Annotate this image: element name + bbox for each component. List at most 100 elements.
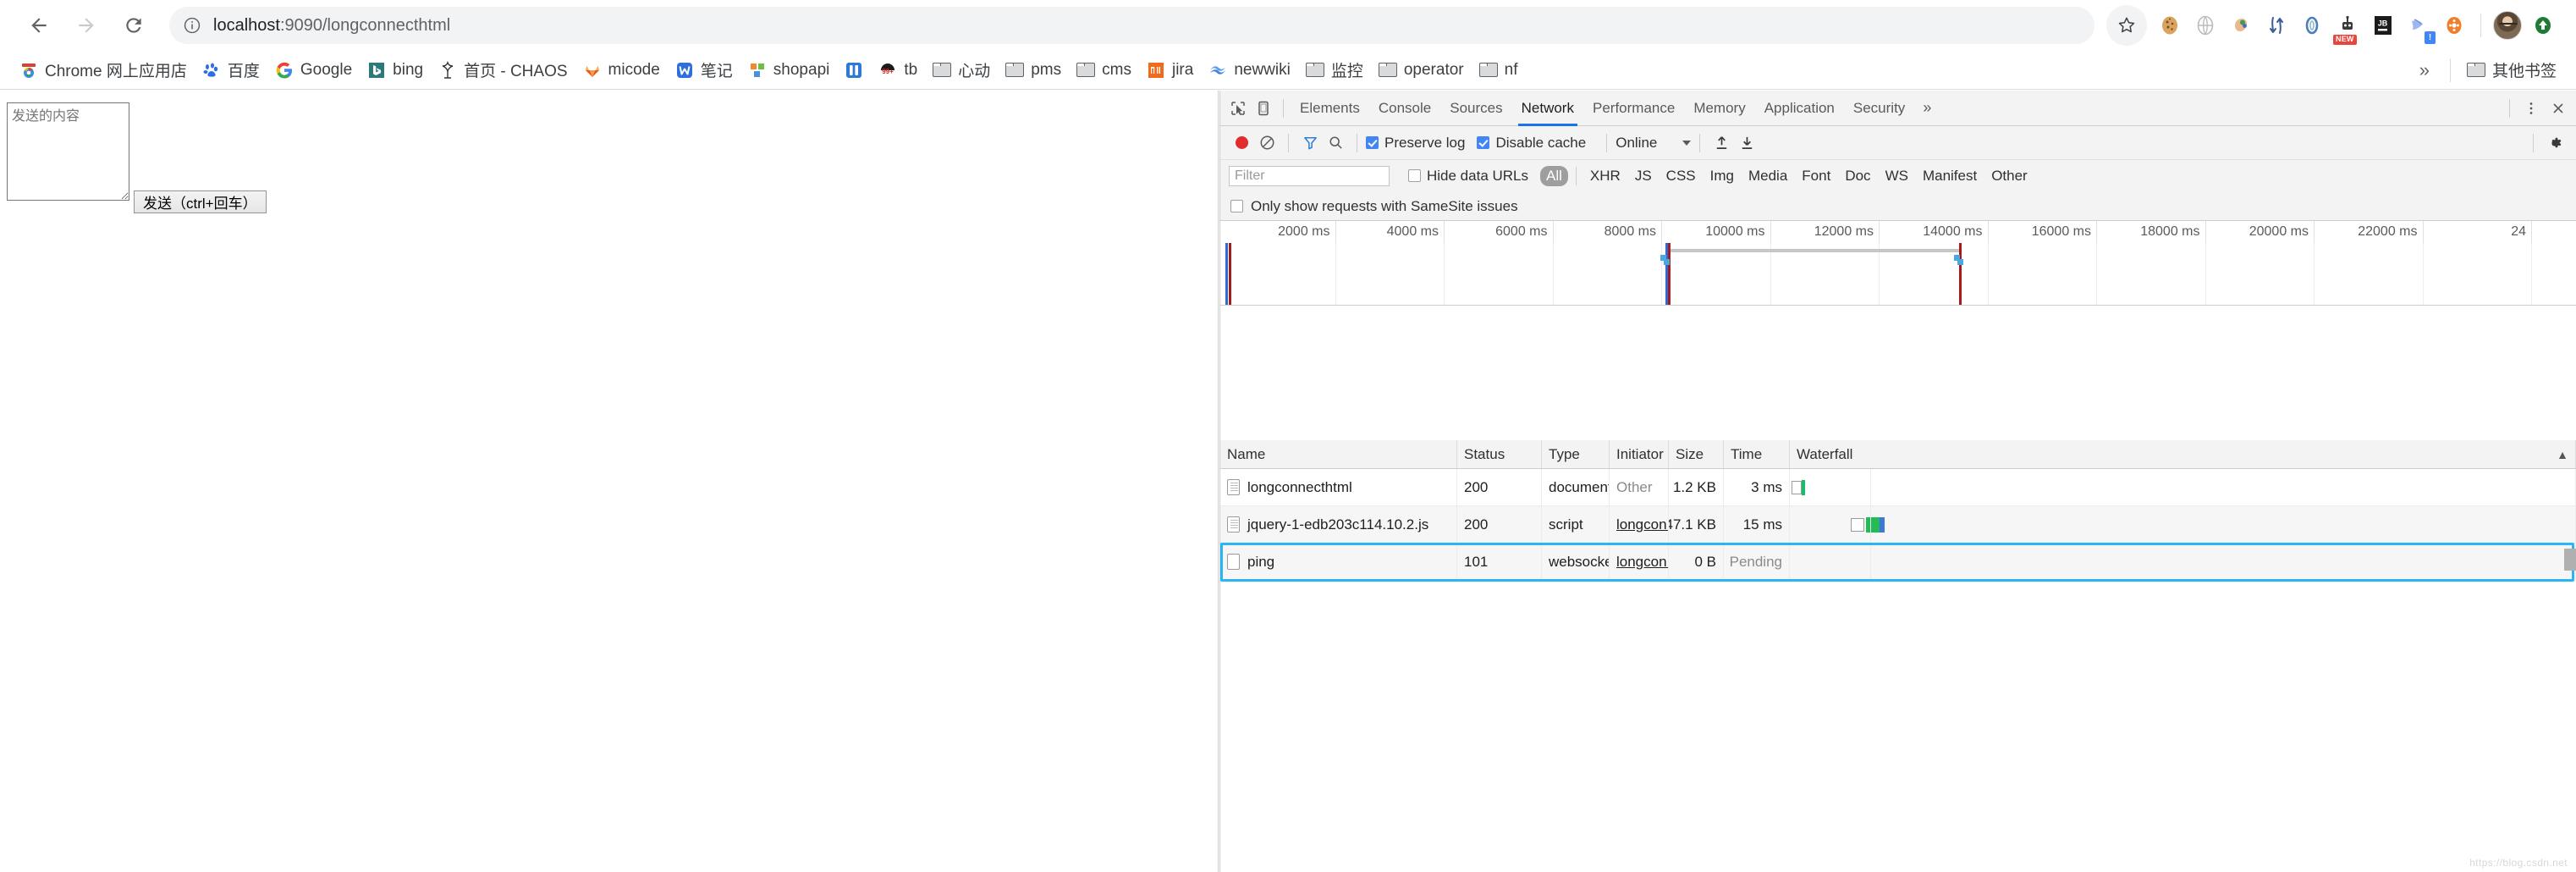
bookmark-item[interactable]: bing — [360, 57, 431, 84]
bookmark-item[interactable]: 心动 — [925, 54, 998, 86]
bookmark-item[interactable]: operator — [1371, 57, 1472, 84]
column-header-size[interactable]: Size — [1669, 440, 1724, 468]
import-har-icon[interactable] — [1709, 130, 1734, 156]
bookmark-item[interactable]: shopapi — [740, 57, 838, 84]
robot-extension-icon[interactable]: NEW — [2330, 8, 2365, 45]
tab-sources[interactable]: Sources — [1440, 91, 1511, 126]
bird-extension-icon[interactable]: ! — [2401, 8, 2436, 44]
bookmark-item[interactable]: micode — [575, 57, 668, 84]
cell-name[interactable]: ping — [1220, 544, 1457, 580]
tab-performance[interactable]: Performance — [1583, 91, 1684, 126]
cell-initiator[interactable]: longcon… — [1610, 506, 1669, 543]
resource-type-ws[interactable]: WS — [1880, 166, 1914, 186]
jetbrains-extension-icon[interactable]: JB — [2365, 8, 2401, 43]
tab-application[interactable]: Application — [1755, 91, 1844, 126]
resource-type-css[interactable]: CSS — [1660, 166, 1702, 186]
orange-extension-icon[interactable] — [2436, 8, 2472, 43]
bookmark-item[interactable]: 首页 - CHAOS — [431, 54, 575, 86]
info-circle-icon[interactable] — [183, 16, 201, 35]
record-button[interactable] — [1229, 130, 1254, 156]
throttling-select[interactable]: Online — [1616, 135, 1692, 152]
initiator-value[interactable]: longcon… — [1616, 516, 1668, 533]
send-button[interactable]: 发送（ctrl+回车） — [134, 190, 267, 213]
resource-type-other[interactable]: Other — [1985, 166, 2034, 186]
column-header-name[interactable]: Name — [1220, 440, 1457, 468]
resource-type-all[interactable]: All — [1540, 165, 1568, 186]
tab-network[interactable]: Network — [1512, 91, 1583, 126]
column-header-initiator[interactable]: Initiator — [1610, 440, 1669, 468]
table-row[interactable]: ping 101 websocket longcon… 0 B Pending — [1220, 544, 2576, 581]
clear-button[interactable] — [1254, 130, 1280, 156]
cell-name[interactable]: jquery-1-edb203c114.10.2.js — [1220, 506, 1457, 543]
bookmark-item[interactable]: 99+ tb — [871, 57, 925, 84]
disable-cache-checkbox[interactable]: Disable cache — [1477, 135, 1586, 152]
bookmark-item[interactable]: 监控 — [1298, 54, 1371, 86]
tab-console[interactable]: Console — [1369, 91, 1440, 126]
close-devtools-icon[interactable] — [2546, 96, 2571, 121]
bookmark-item[interactable]: newwiki — [1201, 57, 1298, 84]
table-row[interactable]: longconnecthtml 200 document Other 1.2 KB 3 … — [1220, 469, 2576, 506]
overview-selection-handle[interactable] — [1664, 259, 1670, 265]
resource-type-img[interactable]: Img — [1704, 166, 1740, 186]
export-har-icon[interactable] — [1734, 130, 1759, 156]
column-header-status[interactable]: Status — [1457, 440, 1542, 468]
bookmark-item[interactable]: cms — [1069, 57, 1139, 84]
waterfall-scrollbar-thumb[interactable] — [2564, 549, 2576, 571]
back-button[interactable] — [15, 2, 63, 49]
brain-gear-extension-icon[interactable] — [2223, 8, 2259, 43]
resource-type-font[interactable]: Font — [1796, 166, 1836, 186]
overview-selection-handle[interactable] — [1957, 259, 1963, 265]
reload-button[interactable] — [110, 2, 157, 49]
network-overview-timeline[interactable]: 2000 ms 4000 ms 6000 ms 8000 ms 10000 ms 1200… — [1220, 221, 2576, 306]
resource-type-js[interactable]: JS — [1629, 166, 1658, 186]
initiator-value[interactable]: longcon… — [1616, 554, 1668, 571]
bookmark-item[interactable]: pms — [998, 57, 1069, 84]
bookmark-star-icon[interactable] — [2106, 5, 2147, 46]
more-options-icon[interactable] — [2518, 96, 2544, 121]
resource-type-doc[interactable]: Doc — [1839, 166, 1876, 186]
bookmarks-bar: Chrome 网上应用店 百度 Google bing 首页 - CHAOS micode… — [0, 51, 2576, 90]
column-header-type[interactable]: Type — [1542, 440, 1610, 468]
cell-initiator[interactable]: longcon… — [1610, 544, 1669, 580]
device-toolbar-icon[interactable] — [1251, 96, 1276, 121]
column-header-waterfall[interactable]: Waterfall ▲ — [1790, 440, 2576, 468]
bookmark-item[interactable]: jira — [1139, 57, 1201, 84]
bookmark-item[interactable]: 百度 — [195, 54, 267, 86]
bookmark-item[interactable]: Chrome 网上应用店 — [12, 54, 195, 86]
cookie-extension-icon[interactable] — [2152, 8, 2188, 43]
tab-security[interactable]: Security — [1844, 91, 1914, 126]
inspect-element-icon[interactable] — [1225, 96, 1251, 121]
tabs-overflow-button[interactable]: » — [1914, 99, 1940, 117]
globe-extension-icon[interactable] — [2188, 8, 2223, 43]
tab-elements[interactable]: Elements — [1291, 91, 1369, 126]
table-row[interactable]: jquery-1-edb203c114.10.2.js 200 script lon… — [1220, 506, 2576, 544]
bookmark-item[interactable] — [837, 57, 871, 84]
profile-avatar-icon[interactable] — [2490, 8, 2525, 43]
message-textarea[interactable] — [7, 102, 129, 201]
filter-input[interactable] — [1229, 165, 1390, 186]
bookmark-item[interactable]: nf — [1472, 57, 1526, 84]
bookmark-item[interactable]: Google — [267, 57, 360, 84]
hide-data-urls-checkbox[interactable]: Hide data URLs — [1408, 168, 1528, 185]
sort-indicator[interactable]: ▲ — [2557, 448, 2568, 461]
address-bar[interactable]: localhost:9090/longconnecthtml — [169, 7, 2094, 44]
samesite-filter-row[interactable]: Only show requests with SameSite issues — [1220, 192, 2576, 221]
resource-type-media[interactable]: Media — [1742, 166, 1793, 186]
gear-icon[interactable] — [2542, 130, 2568, 156]
resource-type-manifest[interactable]: Manifest — [1917, 166, 1983, 186]
preserve-log-checkbox[interactable]: Preserve log — [1366, 135, 1465, 152]
bookmarks-overflow-button[interactable]: » — [2408, 56, 2441, 85]
update-chrome-icon[interactable] — [2525, 8, 2561, 43]
tab-memory[interactable]: Memory — [1684, 91, 1754, 126]
bookmark-other-bookmarks[interactable]: 其他书签 — [2459, 54, 2564, 86]
forward-button[interactable] — [63, 2, 110, 49]
bookmark-item[interactable]: 笔记 — [668, 54, 740, 86]
overview-selection-bar[interactable] — [1671, 249, 1959, 252]
resource-type-xhr[interactable]: XHR — [1584, 166, 1627, 186]
column-header-time[interactable]: Time — [1724, 440, 1790, 468]
filter-toggle-icon[interactable] — [1297, 130, 1323, 156]
search-icon[interactable] — [1323, 130, 1348, 156]
cell-name[interactable]: longconnecthtml — [1220, 469, 1457, 505]
loop-extension-icon[interactable] — [2294, 8, 2330, 43]
arrows-extension-icon[interactable] — [2259, 8, 2294, 43]
